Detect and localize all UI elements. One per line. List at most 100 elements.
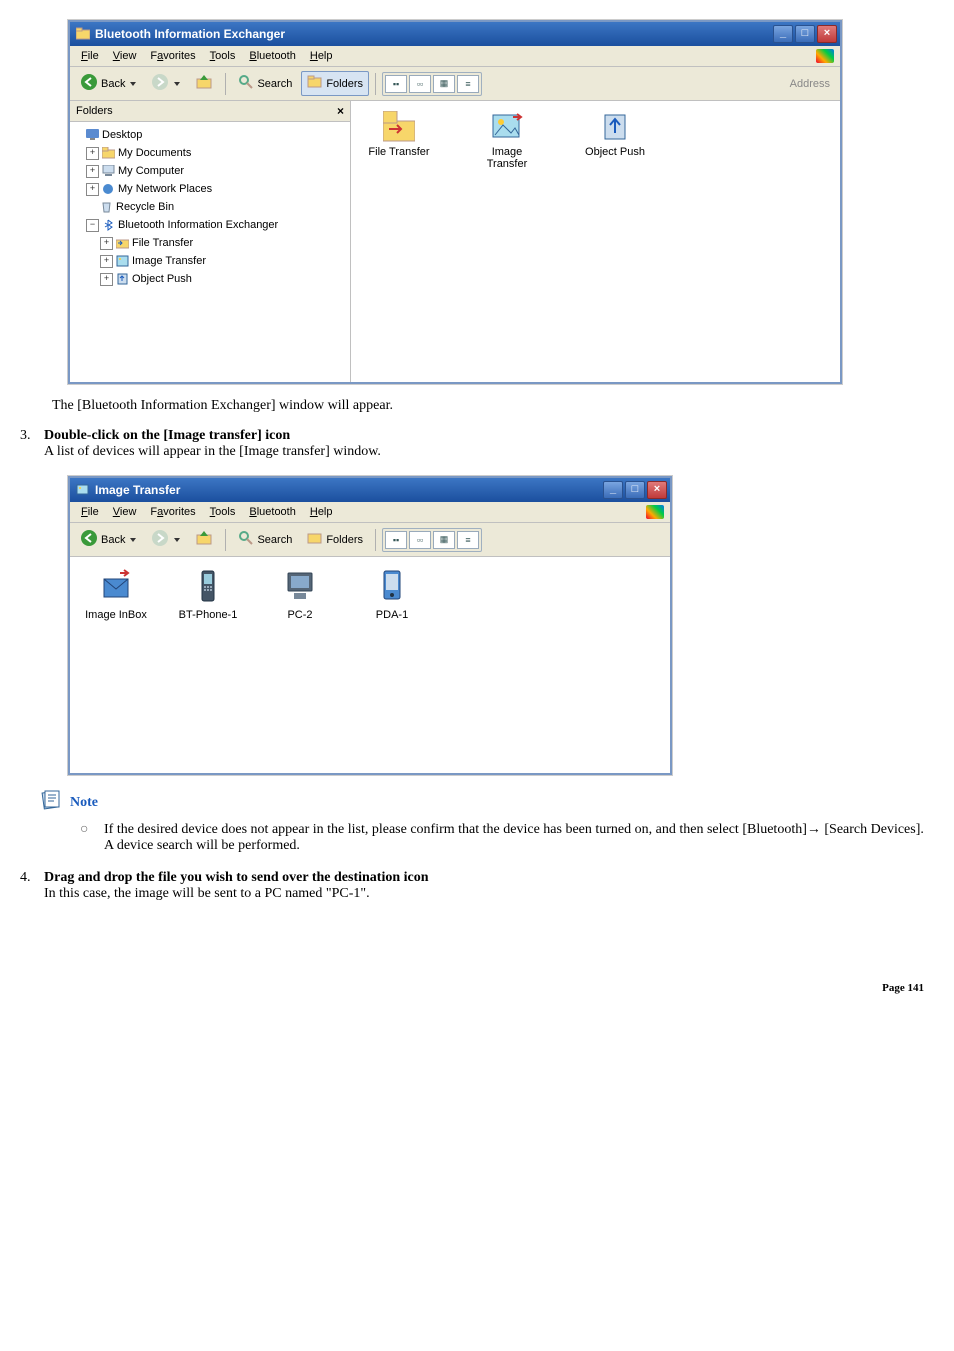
- tree-object-push[interactable]: + Object Push: [100, 270, 346, 288]
- forward-icon: [151, 73, 169, 94]
- object-push-icon: [116, 273, 129, 285]
- computer-icon: [102, 165, 115, 177]
- search-button[interactable]: Search: [232, 527, 298, 552]
- forward-button[interactable]: [145, 526, 186, 553]
- image-transfer-label: Image Transfer: [487, 146, 528, 170]
- titlebar[interactable]: Image Transfer _ □ ×: [70, 478, 670, 502]
- folders-pane-close[interactable]: ×: [337, 104, 344, 118]
- view-tiles-button[interactable]: ▫▫: [409, 531, 431, 549]
- network-icon: [102, 183, 115, 195]
- back-icon: [80, 529, 98, 550]
- step-4-desc: In this case, the image will be sent to …: [44, 886, 370, 901]
- back-button[interactable]: Back: [74, 70, 142, 97]
- dropdown-icon: [174, 82, 180, 86]
- tree-mydocs[interactable]: + My Documents: [86, 144, 346, 162]
- file-transfer-icon: [383, 111, 415, 143]
- page-footer: Page 141: [20, 982, 934, 994]
- image-transfer-window: Image Transfer _ □ × File View Favorites…: [68, 476, 672, 775]
- menu-tools[interactable]: Tools: [203, 48, 243, 64]
- image-transfer-icon: [76, 483, 90, 497]
- folders-pane: Folders × Desktop + My Documents + My C: [70, 101, 351, 382]
- expand-icon[interactable]: +: [100, 237, 113, 250]
- image-transfer-item[interactable]: Image Transfer: [467, 111, 547, 170]
- address-label[interactable]: Address: [784, 76, 836, 92]
- back-button[interactable]: Back: [74, 526, 142, 553]
- view-thumb-button[interactable]: ▪▪: [385, 75, 407, 93]
- search-button[interactable]: Search: [232, 71, 298, 96]
- step-4-title: Drag and drop the file you wish to send …: [44, 870, 429, 885]
- device-bt-phone-1[interactable]: BT-Phone-1: [172, 569, 244, 621]
- menu-bluetooth[interactable]: Bluetooth: [242, 48, 303, 64]
- folders-button[interactable]: Folders: [301, 71, 369, 96]
- device-image-inbox[interactable]: Image InBox: [80, 569, 152, 621]
- menu-favorites[interactable]: Favorites: [143, 504, 202, 520]
- expand-icon[interactable]: +: [86, 183, 99, 196]
- step-3: 3. Double-click on the [Image transfer] …: [20, 428, 934, 460]
- back-icon: [80, 73, 98, 94]
- search-icon: [238, 74, 254, 93]
- view-tiles-button[interactable]: ▫▫: [409, 75, 431, 93]
- device-pda-1[interactable]: PDA-1: [356, 569, 428, 621]
- image-transfer-icon: [491, 111, 523, 143]
- recycle-icon: [100, 201, 113, 213]
- step-3-desc: A list of devices will appear in the [Im…: [44, 444, 381, 459]
- folder-tree: Desktop + My Documents + My Computer + M…: [70, 122, 350, 292]
- maximize-button[interactable]: □: [795, 25, 815, 43]
- tree-mycomp[interactable]: + My Computer: [86, 162, 346, 180]
- view-list-button[interactable]: ≡: [457, 75, 479, 93]
- toolbar: Back Search Folders ▪▪ ▫▫ ▦ ≡: [70, 523, 670, 557]
- menu-view[interactable]: View: [106, 504, 144, 520]
- titlebar[interactable]: Bluetooth Information Exchanger _ □ ×: [70, 22, 840, 46]
- step-4: 4. Drag and drop the file you wish to se…: [20, 870, 934, 902]
- menu-tools[interactable]: Tools: [203, 504, 243, 520]
- menu-bluetooth[interactable]: Bluetooth: [242, 504, 303, 520]
- pda-icon: [376, 569, 408, 605]
- desktop-icon: [86, 129, 99, 141]
- tree-image-transfer[interactable]: + Image Transfer: [100, 252, 346, 270]
- menubar: File View Favorites Tools Bluetooth Help: [70, 502, 670, 523]
- toolbar: Back Search Folders ▪▪ ▫▫ ▦ ≡ Address: [70, 67, 840, 101]
- folder-icon: [102, 147, 115, 159]
- menu-file[interactable]: File: [74, 48, 106, 64]
- view-icons-button[interactable]: ▦: [433, 531, 455, 549]
- menu-view[interactable]: View: [106, 48, 144, 64]
- view-list-button[interactable]: ≡: [457, 531, 479, 549]
- image-transfer-icon: [116, 255, 129, 267]
- dropdown-icon: [130, 538, 136, 542]
- menu-file[interactable]: File: [74, 504, 106, 520]
- object-push-item[interactable]: Object Push: [575, 111, 655, 158]
- minimize-button[interactable]: _: [603, 481, 623, 499]
- menu-help[interactable]: Help: [303, 504, 340, 520]
- close-button[interactable]: ×: [647, 481, 667, 499]
- file-transfer-item[interactable]: File Transfer: [359, 111, 439, 158]
- view-thumb-button[interactable]: ▪▪: [385, 531, 407, 549]
- menu-favorites[interactable]: Favorites: [143, 48, 202, 64]
- window-title: Image Transfer: [95, 483, 180, 497]
- tree-mynet[interactable]: + My Network Places: [86, 180, 346, 198]
- minimize-button[interactable]: _: [773, 25, 793, 43]
- folders-button[interactable]: Folders: [301, 527, 369, 552]
- up-button[interactable]: [189, 526, 219, 553]
- expand-icon[interactable]: +: [86, 147, 99, 160]
- device-pc-2[interactable]: PC-2: [264, 569, 336, 621]
- up-button[interactable]: [189, 70, 219, 97]
- expand-icon[interactable]: +: [100, 273, 113, 286]
- tree-desktop[interactable]: Desktop: [72, 126, 346, 144]
- device-list: Image InBox BT-Phone-1 PC-2 PDA-1: [70, 557, 670, 633]
- view-icons-button[interactable]: ▦: [433, 75, 455, 93]
- close-button[interactable]: ×: [817, 25, 837, 43]
- windows-flag-icon: [816, 49, 834, 63]
- expand-icon[interactable]: +: [100, 255, 113, 268]
- menu-help[interactable]: Help: [303, 48, 340, 64]
- folders-icon: [307, 74, 323, 93]
- collapse-icon[interactable]: −: [86, 219, 99, 232]
- tree-file-transfer[interactable]: + File Transfer: [100, 234, 346, 252]
- tree-recycle[interactable]: Recycle Bin: [86, 198, 346, 216]
- forward-button[interactable]: [145, 70, 186, 97]
- tree-bluetooth-exchanger[interactable]: − Bluetooth Information Exchanger: [86, 216, 346, 234]
- pc-icon: [284, 569, 316, 605]
- forward-icon: [151, 529, 169, 550]
- expand-icon[interactable]: +: [86, 165, 99, 178]
- menubar: File View Favorites Tools Bluetooth Help: [70, 46, 840, 67]
- maximize-button[interactable]: □: [625, 481, 645, 499]
